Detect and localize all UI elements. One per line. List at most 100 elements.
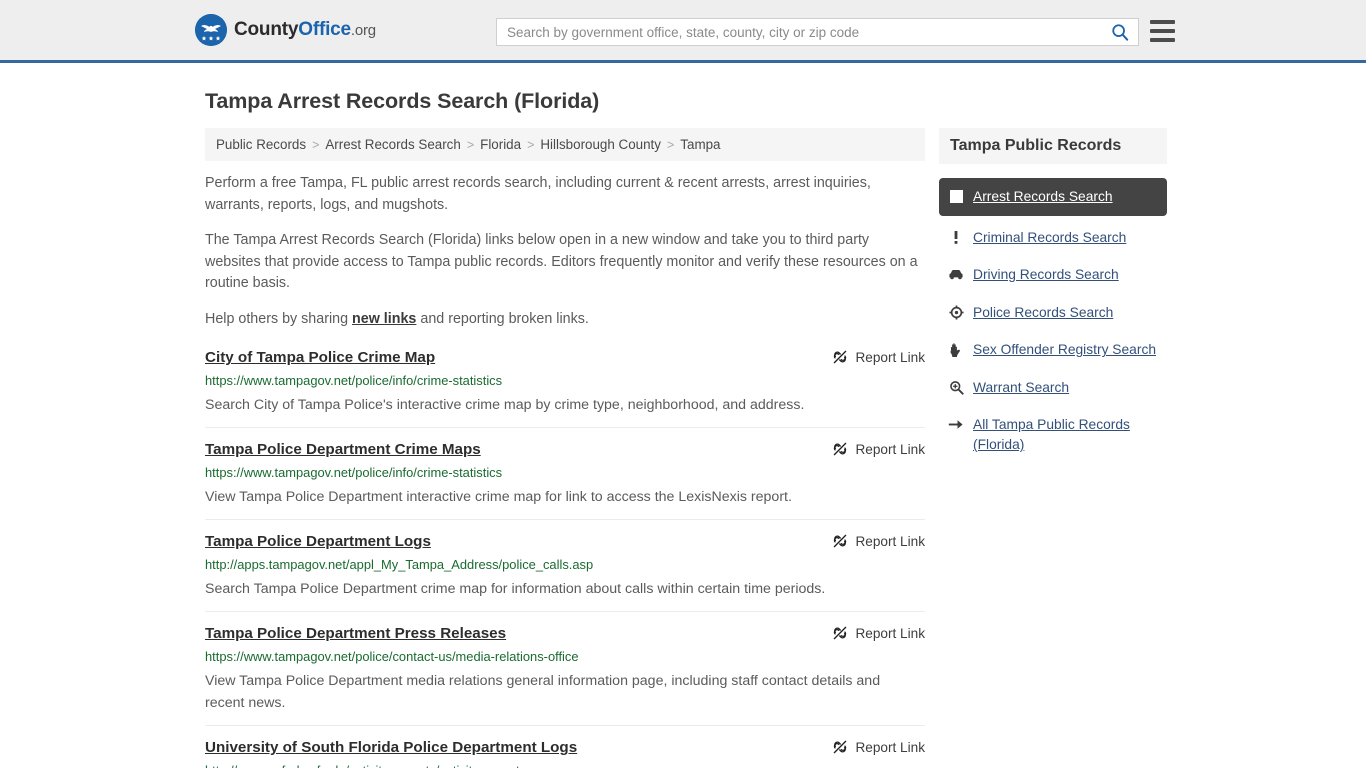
result-title-link[interactable]: Tampa Police Department Crime Maps: [205, 440, 481, 459]
breadcrumb-separator: >: [312, 137, 320, 152]
result-title-link[interactable]: City of Tampa Police Crime Map: [205, 348, 435, 367]
result-description: View Tampa Police Department interactive…: [205, 489, 792, 506]
logo-text-office: Office: [298, 19, 351, 40]
results-list: City of Tampa Police Crime Map Report Li…: [205, 340, 925, 768]
hand-icon: [948, 341, 964, 358]
report-link-label: Report Link: [855, 533, 925, 549]
broken-link-icon: [834, 535, 847, 548]
sidebar-item-label: Police Records Search: [973, 304, 1114, 320]
result-title-link[interactable]: Tampa Police Department Press Releases: [205, 624, 506, 643]
result-title-link[interactable]: University of South Florida Police Depar…: [205, 738, 577, 757]
intro-paragraph-3: Help others by sharing new links and rep…: [205, 309, 920, 331]
breadcrumb-item-1[interactable]: Arrest Records Search: [325, 137, 460, 152]
broken-link-icon: [834, 741, 847, 754]
sidebar-item-all-tampa-public-records[interactable]: All Tampa Public Records (Florida): [939, 409, 1167, 460]
report-link-button[interactable]: Report Link: [832, 738, 925, 755]
eagle-shield-icon: [195, 14, 227, 46]
report-link-label: Report Link: [855, 349, 925, 365]
exclamation-icon: [948, 229, 964, 246]
result-header: City of Tampa Police Crime Map Report Li…: [205, 348, 925, 367]
result-url-link[interactable]: http://www.usfpd.usf.edu/activity_report…: [205, 763, 925, 768]
sidebar-item-sex-offender-registry-search[interactable]: Sex Offender Registry Search: [939, 334, 1167, 366]
sidebar-title: Tampa Public Records: [939, 128, 1167, 164]
sidebar-item-label: Warrant Search: [973, 379, 1070, 395]
sidebar-item-label: Driving Records Search: [973, 267, 1119, 283]
site-logo[interactable]: CountyOffice.org: [195, 14, 376, 46]
report-link-button[interactable]: Report Link: [832, 348, 925, 365]
intro-p3-after: and reporting broken links.: [416, 310, 589, 327]
arrow-right-icon: [948, 416, 964, 433]
car-icon: [948, 266, 964, 283]
broken-link-icon: [834, 351, 847, 364]
hamburger-bar-1: [1150, 20, 1175, 24]
logo-text-county: County: [234, 19, 299, 40]
main-column: Public Records > Arrest Records Search >…: [205, 128, 925, 768]
result-title-link[interactable]: Tampa Police Department Logs: [205, 532, 431, 551]
result-description: Search City of Tampa Police's interactiv…: [205, 397, 805, 414]
breadcrumb-item-3[interactable]: Hillsborough County: [540, 137, 661, 152]
site-header: CountyOffice.org: [0, 0, 1366, 63]
search-input[interactable]: [497, 19, 1102, 45]
result-url-link[interactable]: https://www.tampagov.net/police/info/cri…: [205, 465, 925, 482]
result-url-link[interactable]: https://www.tampagov.net/police/info/cri…: [205, 373, 925, 390]
report-link-button[interactable]: Report Link: [832, 440, 925, 457]
sidebar-item-driving-records-search[interactable]: Driving Records Search: [939, 259, 1167, 291]
breadcrumb-separator: >: [466, 137, 475, 152]
breadcrumb-item-4[interactable]: Tampa: [680, 137, 720, 152]
logo-wordmark: CountyOffice.org: [234, 19, 376, 41]
result-url-link[interactable]: https://www.tampagov.net/police/contact-…: [205, 649, 925, 666]
intro-paragraph-2: The Tampa Arrest Records Search (Florida…: [205, 232, 918, 292]
search-bar[interactable]: [496, 18, 1139, 46]
result-header: Tampa Police Department Logs Report Link: [205, 532, 925, 551]
report-link-label: Report Link: [855, 441, 925, 457]
result-description: Search Tampa Police Department crime map…: [205, 581, 826, 598]
breadcrumb-item-2[interactable]: Florida: [480, 137, 521, 152]
white-square-icon: [948, 188, 964, 205]
hamburger-bar-2: [1150, 29, 1175, 33]
breadcrumb-item-0[interactable]: Public Records: [216, 137, 306, 152]
sidebar-list: Arrest Records Search Criminal Records S…: [939, 178, 1167, 461]
search-icon: [1112, 24, 1129, 41]
report-link-button[interactable]: Report Link: [832, 624, 925, 641]
report-link-label: Report Link: [855, 625, 925, 641]
sidebar-item-police-records-search[interactable]: Police Records Search: [939, 297, 1167, 329]
intro-p3-before: Help others by sharing: [205, 310, 353, 327]
result-item: Tampa Police Department Logs Report Link: [205, 519, 925, 611]
intro-paragraph-1: Perform a free Tampa, FL public arrest r…: [205, 175, 871, 213]
broken-link-icon: [834, 443, 847, 456]
sidebar: Tampa Public Records Arrest Records Sear…: [939, 128, 1167, 768]
new-links-link[interactable]: new links: [352, 311, 416, 327]
page-body: Tampa Arrest Records Search (Florida) Pu…: [0, 63, 1366, 768]
result-description: View Tampa Police Department media relat…: [205, 673, 881, 712]
sidebar-item-warrant-search[interactable]: Warrant Search: [939, 372, 1167, 404]
result-header: Tampa Police Department Crime Maps Repor…: [205, 440, 925, 459]
report-link-label: Report Link: [855, 739, 925, 755]
page-title: Tampa Arrest Records Search (Florida): [205, 89, 600, 113]
content-columns: Public Records > Arrest Records Search >…: [205, 128, 1366, 768]
magnifier-plus-icon: [948, 379, 964, 396]
police-badge-icon: [948, 304, 964, 321]
result-url-link[interactable]: http://apps.tampagov.net/appl_My_Tampa_A…: [205, 557, 925, 574]
sidebar-item-label: Sex Offender Registry Search: [973, 342, 1157, 358]
search-button[interactable]: [1102, 19, 1138, 45]
sidebar-item-label: All Tampa Public Records (Florida): [973, 417, 1130, 453]
sidebar-item-label: Criminal Records Search: [973, 229, 1127, 245]
intro-text: Perform a free Tampa, FL public arrest r…: [205, 161, 925, 330]
breadcrumb: Public Records > Arrest Records Search >…: [205, 128, 925, 161]
sidebar-item-arrest-records-search[interactable]: Arrest Records Search: [939, 178, 1167, 216]
broken-link-icon: [834, 626, 847, 640]
result-item: Tampa Police Department Crime Maps Repor…: [205, 427, 925, 519]
logo-text-tld: .org: [350, 22, 376, 39]
breadcrumb-separator: >: [666, 137, 675, 152]
result-item: Tampa Police Department Press Releases R…: [205, 611, 925, 725]
sidebar-item-criminal-records-search[interactable]: Criminal Records Search: [939, 222, 1167, 254]
hamburger-bar-3: [1150, 38, 1175, 42]
result-item: University of South Florida Police Depar…: [205, 725, 925, 768]
result-header: Tampa Police Department Press Releases R…: [205, 624, 925, 643]
result-header: University of South Florida Police Depar…: [205, 738, 925, 757]
hamburger-menu-icon[interactable]: [1150, 20, 1175, 42]
report-link-button[interactable]: Report Link: [832, 532, 925, 549]
sidebar-item-label: Arrest Records Search: [973, 189, 1113, 204]
result-item: City of Tampa Police Crime Map Report Li…: [205, 340, 925, 427]
breadcrumb-separator: >: [527, 137, 535, 152]
